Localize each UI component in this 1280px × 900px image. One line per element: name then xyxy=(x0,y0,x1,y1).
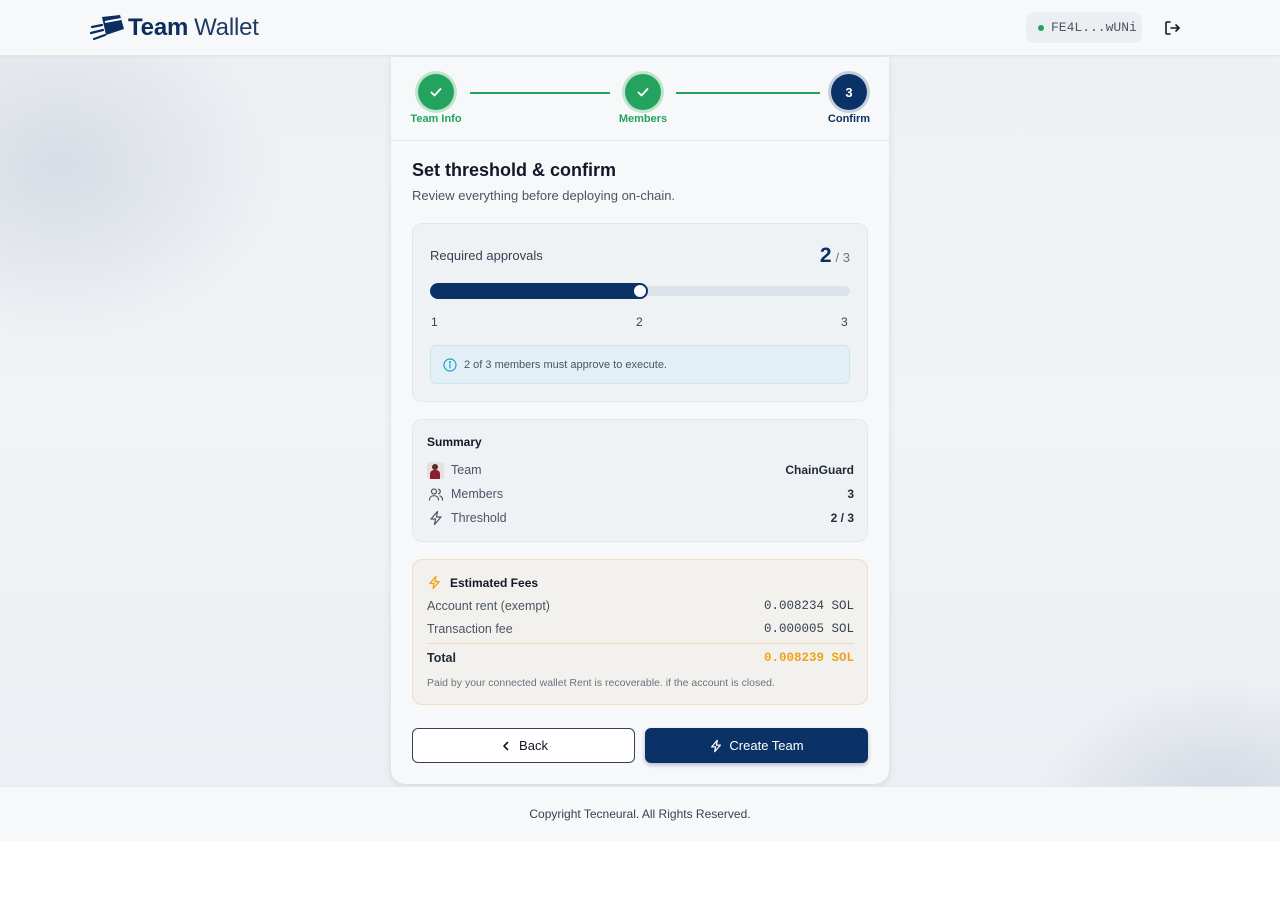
wallet-logo-icon xyxy=(90,15,124,41)
app-logo[interactable]: Team Wallet xyxy=(90,12,259,44)
estimated-fees-panel: Estimated Fees Account rent (exempt) 0.0… xyxy=(412,559,868,705)
summary-label-threshold: Threshold xyxy=(451,511,507,525)
fees-title: Estimated Fees xyxy=(427,575,538,590)
bolt-icon xyxy=(429,510,442,526)
fee-total-label: Total xyxy=(427,651,456,665)
top-bar: Team Wallet FE4L...wUNi xyxy=(0,0,1280,56)
approvals-total: / 3 xyxy=(835,250,850,265)
threshold-slider-thumb[interactable] xyxy=(634,285,646,297)
threshold-slider-fill xyxy=(430,283,648,299)
summary-label-team: Team xyxy=(451,463,482,477)
chevron-left-icon xyxy=(503,741,509,750)
summary-title: Summary xyxy=(427,435,482,449)
summary-panel: Summary Team ChainGuard Members 3 Thresh… xyxy=(412,419,868,542)
info-icon xyxy=(443,357,457,372)
slider-tick-min: 1 xyxy=(431,315,438,329)
summary-row-members: Members 3 xyxy=(427,484,854,504)
fees-note: Paid by your connected wallet Rent is re… xyxy=(427,677,775,689)
step-3-label: Confirm xyxy=(827,113,871,125)
approvals-value: 2/ 3 xyxy=(820,244,850,268)
summary-label-members: Members xyxy=(451,487,504,501)
summary-value-team: ChainGuard xyxy=(785,463,854,477)
approvals-panel: Required approvals 2/ 3 1 2 3 2 of 3 mem… xyxy=(412,223,868,402)
wallet-address-chip[interactable]: FE4L...wUNi xyxy=(1026,12,1142,43)
app-title: Team Wallet xyxy=(128,14,259,42)
summary-row-team: Team ChainGuard xyxy=(427,460,854,480)
fees-divider xyxy=(427,643,854,644)
approvals-current: 2 xyxy=(819,244,832,267)
wallet-address: FE4L...wUNi xyxy=(1051,20,1137,35)
brand-wallet: Wallet xyxy=(194,14,259,41)
fees-title-text: Estimated Fees xyxy=(450,575,539,590)
fee-amount-rent: 0.008234 SOL xyxy=(763,599,854,613)
wizard-stepper: Team Info Members 3 Confirm xyxy=(391,57,889,141)
slider-tick-max: 3 xyxy=(841,315,848,329)
create-team-card: Team Info Members 3 Confirm Set threshol… xyxy=(391,57,889,784)
bolt-icon xyxy=(711,739,722,752)
bolt-icon xyxy=(429,575,440,590)
fee-row-total: Total 0.008239 SOL xyxy=(427,651,854,665)
approvals-info-box: 2 of 3 members must approve to execute. xyxy=(430,345,850,384)
slider-tick-mid: 2 xyxy=(636,315,643,329)
page-title: Set threshold & confirm xyxy=(412,160,617,180)
summary-value-threshold: 2 / 3 xyxy=(830,511,854,525)
fee-label-rent: Account rent (exempt) xyxy=(427,599,550,613)
users-icon xyxy=(428,488,443,501)
create-team-button-label: Create Team xyxy=(729,738,804,753)
approvals-label: Required approvals xyxy=(430,248,543,263)
fee-row-transaction: Transaction fee 0.000005 SOL xyxy=(427,622,854,636)
step-1-check-icon[interactable] xyxy=(418,74,454,110)
step-2-check-icon[interactable] xyxy=(625,74,661,110)
team-avatar xyxy=(427,461,444,479)
fee-row-rent: Account rent (exempt) 0.008234 SOL xyxy=(427,599,854,613)
copyright-text: Copyright Tecneural. All Rights Reserved… xyxy=(529,807,751,821)
footer: Copyright Tecneural. All Rights Reserved… xyxy=(0,786,1280,841)
fee-amount-transaction: 0.000005 SOL xyxy=(763,622,854,636)
approvals-info-text: 2 of 3 members must approve to execute. xyxy=(464,358,667,371)
step-2-label: Members xyxy=(618,113,668,125)
connected-status-dot xyxy=(1038,24,1044,31)
brand-team: Team xyxy=(128,14,189,41)
back-button[interactable]: Back xyxy=(412,728,635,763)
back-button-label: Back xyxy=(519,738,548,753)
step-connector-2 xyxy=(676,92,820,94)
page-subtitle: Review everything before deploying on-ch… xyxy=(412,188,676,203)
step-3-number[interactable]: 3 xyxy=(831,74,867,110)
summary-value-members: 3 xyxy=(847,487,854,501)
step-connector-1 xyxy=(470,92,610,94)
step-1-label: Team Info xyxy=(410,113,462,125)
threshold-slider[interactable] xyxy=(430,283,850,299)
create-team-button[interactable]: Create Team xyxy=(645,728,868,763)
fee-label-transaction: Transaction fee xyxy=(427,622,513,636)
summary-row-threshold: Threshold 2 / 3 xyxy=(427,508,854,528)
fee-total-amount: 0.008239 SOL xyxy=(763,651,854,665)
logout-icon[interactable] xyxy=(1163,19,1181,37)
